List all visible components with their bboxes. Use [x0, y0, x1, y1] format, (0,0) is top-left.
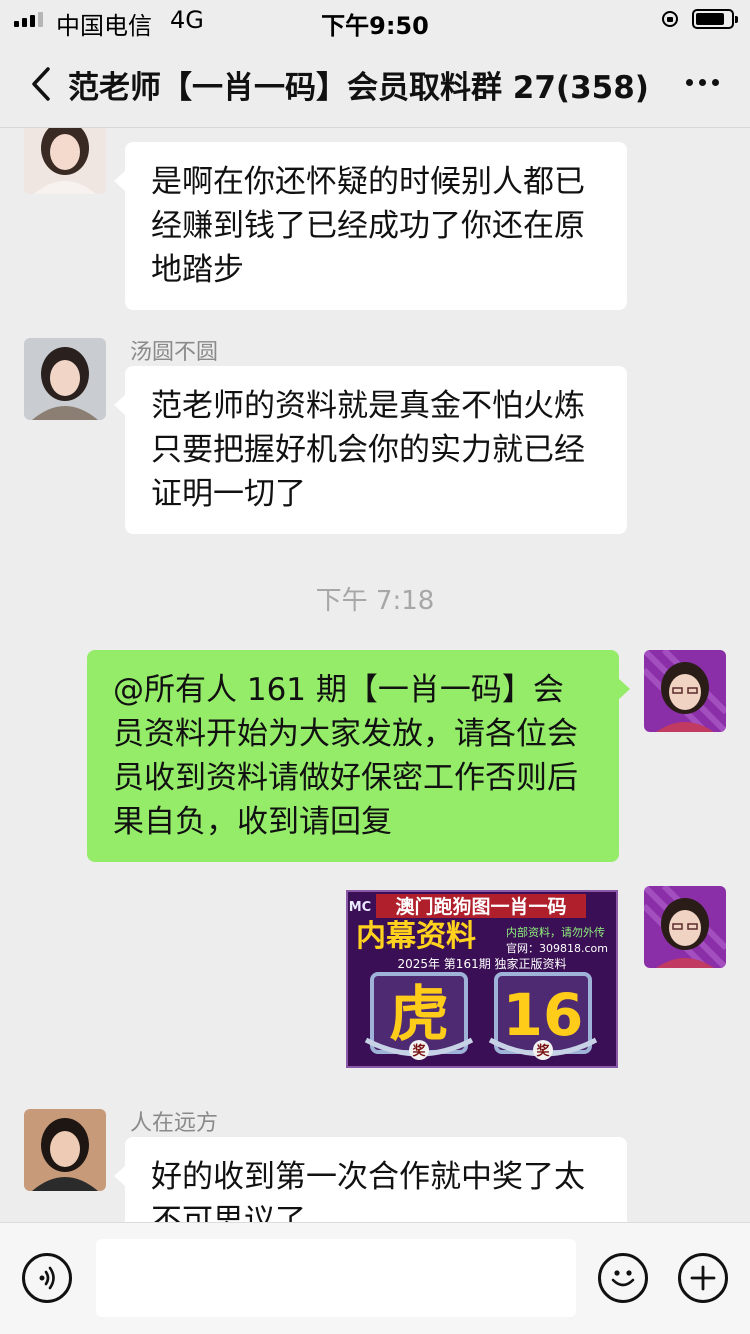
message-bubble[interactable]: @所有人 161 期【一肖一码】会员资料开始为大家发放，请各位会员收到资料请做好… — [87, 650, 630, 862]
image-site: 官网：309818.com — [506, 941, 608, 955]
back-icon[interactable] — [28, 66, 58, 102]
sender-name: 汤圆不圆 — [130, 340, 219, 365]
voice-icon — [39, 1266, 55, 1290]
image-number: 16 — [503, 981, 584, 1049]
plus-button[interactable] — [678, 1253, 728, 1303]
image-headline: 内幕资料 — [356, 919, 476, 954]
avatar[interactable] — [24, 338, 106, 420]
image-logo: MC — [349, 900, 371, 915]
image-zodiac: 虎 — [389, 980, 449, 1050]
status-bar: 中国电信 4G 下午9:50 — [0, 0, 750, 40]
voice-button[interactable] — [22, 1253, 72, 1303]
avatar[interactable] — [644, 650, 726, 732]
avatar[interactable] — [24, 1109, 106, 1191]
lock-icon — [662, 11, 678, 27]
input-bar — [0, 1222, 750, 1334]
message-list[interactable]: 是啊在你还怀疑的时候别人都已经赚到钱了已经成功了你还在原地踏步 汤圆不圆 范老师… — [0, 128, 750, 1222]
avatar[interactable] — [644, 886, 726, 968]
chat-title: 范老师【一肖一码】会员取料群 27(358) — [68, 70, 649, 106]
avatar[interactable] — [24, 128, 106, 194]
image-prize-left: 奖 — [412, 1043, 426, 1059]
chat-header: 范老师【一肖一码】会员取料群 27(358) — [0, 40, 750, 128]
image-banner: 澳门跑狗图一肖一码 — [395, 895, 566, 918]
status-time: 下午9:50 — [321, 12, 429, 40]
timestamp: 下午 7:18 — [315, 586, 435, 616]
image-subline: 2025年 第161期 独家正版资料 — [397, 956, 566, 971]
image-slogan: 内部资料，请勿外传 — [506, 925, 605, 939]
emoji-icon — [611, 1270, 635, 1287]
message-input[interactable] — [96, 1239, 576, 1317]
emoji-button[interactable] — [598, 1253, 648, 1303]
message-bubble[interactable]: 好的收到第一次合作就中奖了太不可思议了 — [114, 1137, 627, 1222]
sender-name: 人在远方 — [130, 1111, 219, 1136]
more-icon[interactable] — [686, 79, 719, 86]
message-bubble[interactable]: 范老师的资料就是真金不怕火炼只要把握好机会你的实力就已经证明一切了 — [114, 366, 627, 534]
message-bubble[interactable]: 是啊在你还怀疑的时候别人都已经赚到钱了已经成功了你还在原地踏步 — [114, 142, 627, 310]
battery-icon — [692, 9, 738, 29]
image-message[interactable]: 澳门跑狗图一肖一码 MC 内幕资料 内部资料，请勿外传 官网：309818.co… — [346, 890, 618, 1068]
plus-icon — [690, 1265, 716, 1291]
image-prize-right: 奖 — [536, 1043, 550, 1059]
